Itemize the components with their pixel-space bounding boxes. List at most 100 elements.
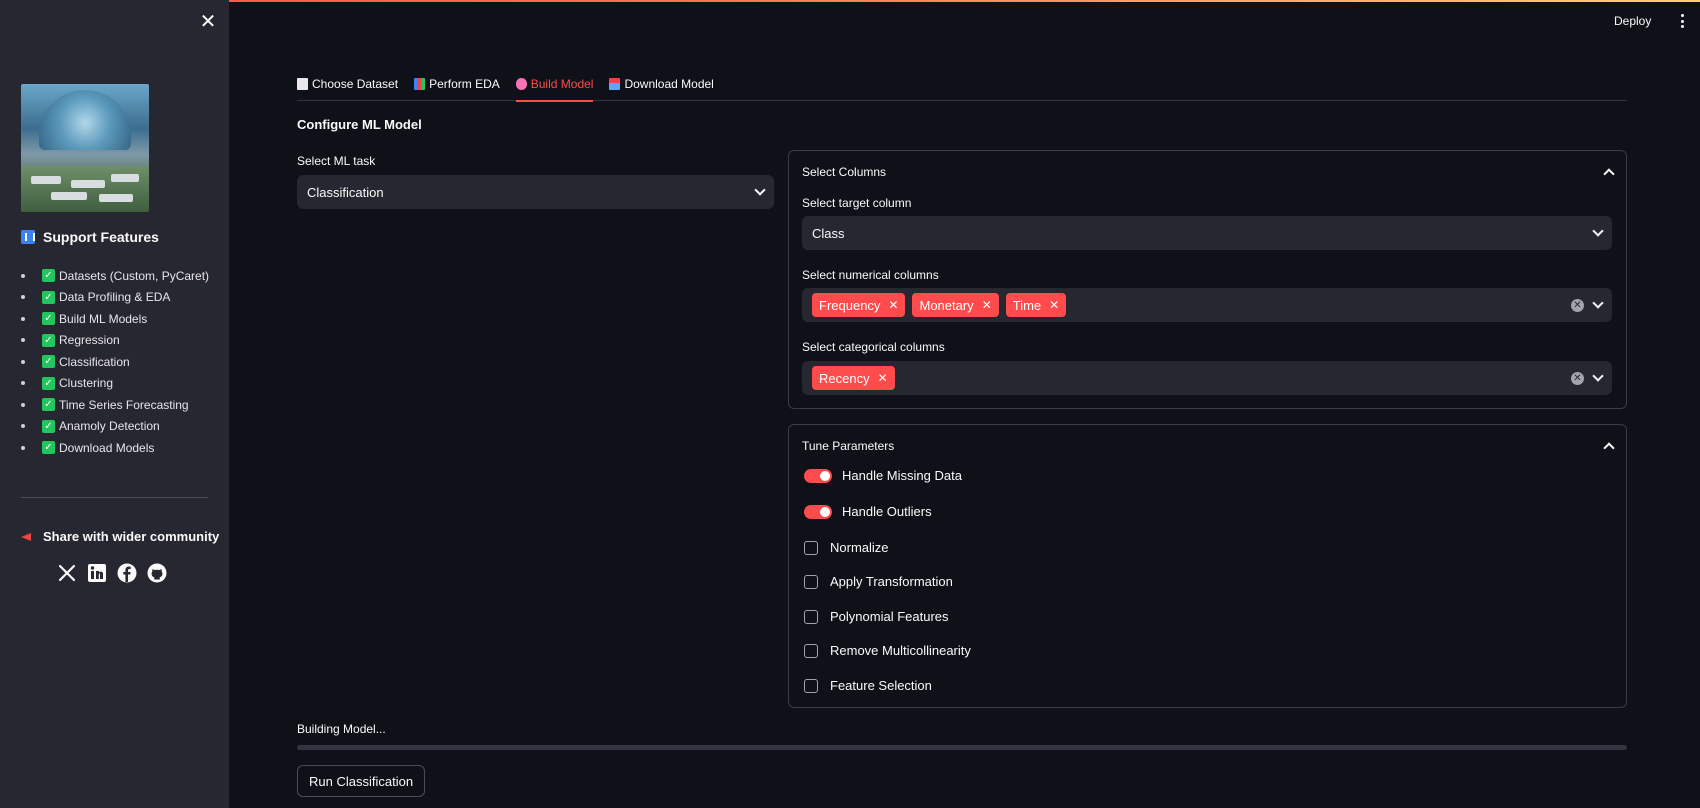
target-column-value: Class bbox=[812, 225, 845, 241]
handle-missing-data-toggle[interactable]: Handle Missing Data bbox=[804, 468, 962, 483]
tune-parameters-header[interactable]: Tune Parameters bbox=[802, 439, 1615, 454]
check-icon: ✓ bbox=[42, 355, 55, 369]
chip-frequency: Frequency ✕ bbox=[812, 293, 906, 317]
numerical-columns-label: Select numerical columns bbox=[802, 268, 939, 282]
tab-build-model[interactable]: Build Model bbox=[515, 68, 594, 102]
toggle-switch[interactable] bbox=[804, 504, 832, 519]
chevron-down-icon[interactable] bbox=[1592, 297, 1604, 309]
check-icon: ✓ bbox=[42, 333, 55, 347]
apply-transformation-checkbox[interactable]: Apply Transformation bbox=[804, 574, 953, 589]
feature-label: Clustering bbox=[59, 376, 114, 391]
tab-label: Build Model bbox=[530, 77, 594, 91]
features-list: ✓ Datasets (Custom, PyCaret) ✓ Data Profil… bbox=[21, 265, 209, 459]
mailbox-icon bbox=[609, 78, 621, 90]
chip-monetary: Monetary ✕ bbox=[912, 293, 999, 317]
check-icon: ✓ bbox=[42, 269, 55, 283]
option-label: Handle Missing Data bbox=[842, 468, 962, 483]
normalize-checkbox[interactable]: Normalize bbox=[804, 540, 889, 555]
check-icon: ✓ bbox=[42, 376, 55, 390]
categorical-columns-multiselect[interactable]: Recency ✕ ✕ bbox=[802, 361, 1612, 395]
numerical-columns-multiselect[interactable]: Frequency ✕ Monetary ✕ Time ✕ ✕ bbox=[802, 288, 1612, 322]
polynomial-features-checkbox[interactable]: Polynomial Features bbox=[804, 609, 949, 624]
chip-label: Frequency bbox=[819, 297, 881, 313]
linkedin-icon[interactable] bbox=[87, 563, 107, 583]
chevron-down-icon[interactable] bbox=[1592, 370, 1604, 382]
ml-task-select[interactable]: Classification bbox=[297, 175, 774, 209]
list-item: ✓ Time Series Forecasting bbox=[21, 394, 209, 416]
tab-label: Download Model bbox=[624, 77, 714, 91]
checkbox-box[interactable] bbox=[804, 540, 818, 555]
numerical-chips: Frequency ✕ Monetary ✕ Time ✕ bbox=[812, 293, 1067, 317]
deploy-button[interactable]: Deploy bbox=[1614, 10, 1651, 32]
feature-label: Data Profiling & EDA bbox=[59, 290, 171, 305]
section-title: Configure ML Model bbox=[297, 117, 422, 132]
categorical-chips: Recency ✕ bbox=[812, 366, 895, 390]
social-links bbox=[57, 563, 167, 583]
chip-recency: Recency ✕ bbox=[812, 366, 895, 390]
tab-perform-eda[interactable]: Perform EDA bbox=[414, 68, 500, 101]
checkbox-box[interactable] bbox=[804, 574, 818, 589]
bar-chart-icon bbox=[414, 78, 426, 90]
target-column-label: Select target column bbox=[802, 196, 912, 210]
feature-label: Download Models bbox=[59, 440, 155, 455]
feature-selection-checkbox[interactable]: Feature Selection bbox=[804, 678, 932, 693]
chip-time: Time ✕ bbox=[1005, 293, 1067, 317]
option-label: Remove Multicollinearity bbox=[830, 643, 971, 658]
check-icon: ✓ bbox=[42, 441, 55, 455]
option-label: Polynomial Features bbox=[830, 609, 949, 624]
tab-label: Choose Dataset bbox=[312, 77, 399, 91]
tab-label: Perform EDA bbox=[429, 77, 500, 91]
remove-chip-icon[interactable]: ✕ bbox=[878, 371, 888, 385]
chevron-up-icon[interactable] bbox=[1603, 442, 1615, 454]
chevron-up-icon[interactable] bbox=[1603, 168, 1615, 180]
ml-task-label: Select ML task bbox=[297, 154, 376, 168]
feature-label: Anamoly Detection bbox=[59, 419, 160, 434]
clear-all-icon[interactable]: ✕ bbox=[1571, 371, 1584, 385]
github-icon[interactable] bbox=[147, 563, 167, 583]
remove-chip-icon[interactable]: ✕ bbox=[982, 298, 992, 312]
target-column-select[interactable]: Class bbox=[802, 216, 1612, 250]
select-columns-panel: Select Columns Select target column Clas… bbox=[788, 150, 1627, 409]
close-icon[interactable]: ✕ bbox=[198, 12, 218, 32]
chip-label: Time bbox=[1012, 297, 1042, 313]
remove-chip-icon[interactable]: ✕ bbox=[888, 298, 898, 312]
x-icon[interactable] bbox=[57, 563, 77, 583]
option-label: Apply Transformation bbox=[830, 574, 953, 589]
chip-label: Monetary bbox=[919, 297, 974, 313]
toggle-switch[interactable] bbox=[804, 468, 832, 483]
feature-label: Regression bbox=[59, 333, 120, 348]
checkbox-box[interactable] bbox=[804, 609, 818, 624]
list-item: ✓ Clustering bbox=[21, 373, 209, 395]
tune-parameters-panel: Tune Parameters Handle Missing Data Hand… bbox=[788, 424, 1627, 708]
checkbox-box[interactable] bbox=[804, 678, 818, 693]
check-icon: ✓ bbox=[42, 290, 55, 304]
sidebar: ✕ Support Features ✓ Datasets (Custom, Py… bbox=[0, 0, 229, 808]
select-columns-title: Select Columns bbox=[802, 165, 887, 179]
sidebar-hero-image bbox=[21, 84, 149, 212]
feature-label: Datasets (Custom, PyCaret) bbox=[59, 268, 210, 283]
page-icon bbox=[297, 78, 308, 90]
support-features-title: Support Features bbox=[43, 229, 159, 245]
megaphone-icon bbox=[21, 531, 35, 543]
clear-all-icon[interactable]: ✕ bbox=[1571, 298, 1584, 312]
feature-label: Time Series Forecasting bbox=[59, 397, 189, 412]
list-item: ✓ Anamoly Detection bbox=[21, 416, 209, 438]
handle-outliers-toggle[interactable]: Handle Outliers bbox=[804, 504, 932, 519]
option-label: Handle Outliers bbox=[842, 504, 932, 519]
share-title: Share with wider community bbox=[43, 529, 220, 544]
remove-chip-icon[interactable]: ✕ bbox=[1049, 298, 1059, 312]
main-menu-icon[interactable] bbox=[1676, 12, 1688, 30]
tab-download-model[interactable]: Download Model bbox=[609, 68, 714, 101]
option-label: Normalize bbox=[830, 540, 889, 555]
tab-choose-dataset[interactable]: Choose Dataset bbox=[297, 68, 398, 101]
list-item: ✓ Download Models bbox=[21, 437, 209, 459]
facebook-icon[interactable] bbox=[117, 563, 137, 583]
select-columns-header[interactable]: Select Columns bbox=[802, 165, 1615, 180]
run-classification-button[interactable]: Run Classification bbox=[297, 765, 426, 797]
feature-label: Classification bbox=[59, 354, 130, 369]
remove-multicollinearity-checkbox[interactable]: Remove Multicollinearity bbox=[804, 643, 971, 658]
checkbox-box[interactable] bbox=[804, 643, 818, 658]
list-item: ✓ Regression bbox=[21, 330, 209, 352]
support-features-heading: Support Features bbox=[21, 229, 159, 245]
ml-task-value: Classification bbox=[307, 184, 384, 200]
